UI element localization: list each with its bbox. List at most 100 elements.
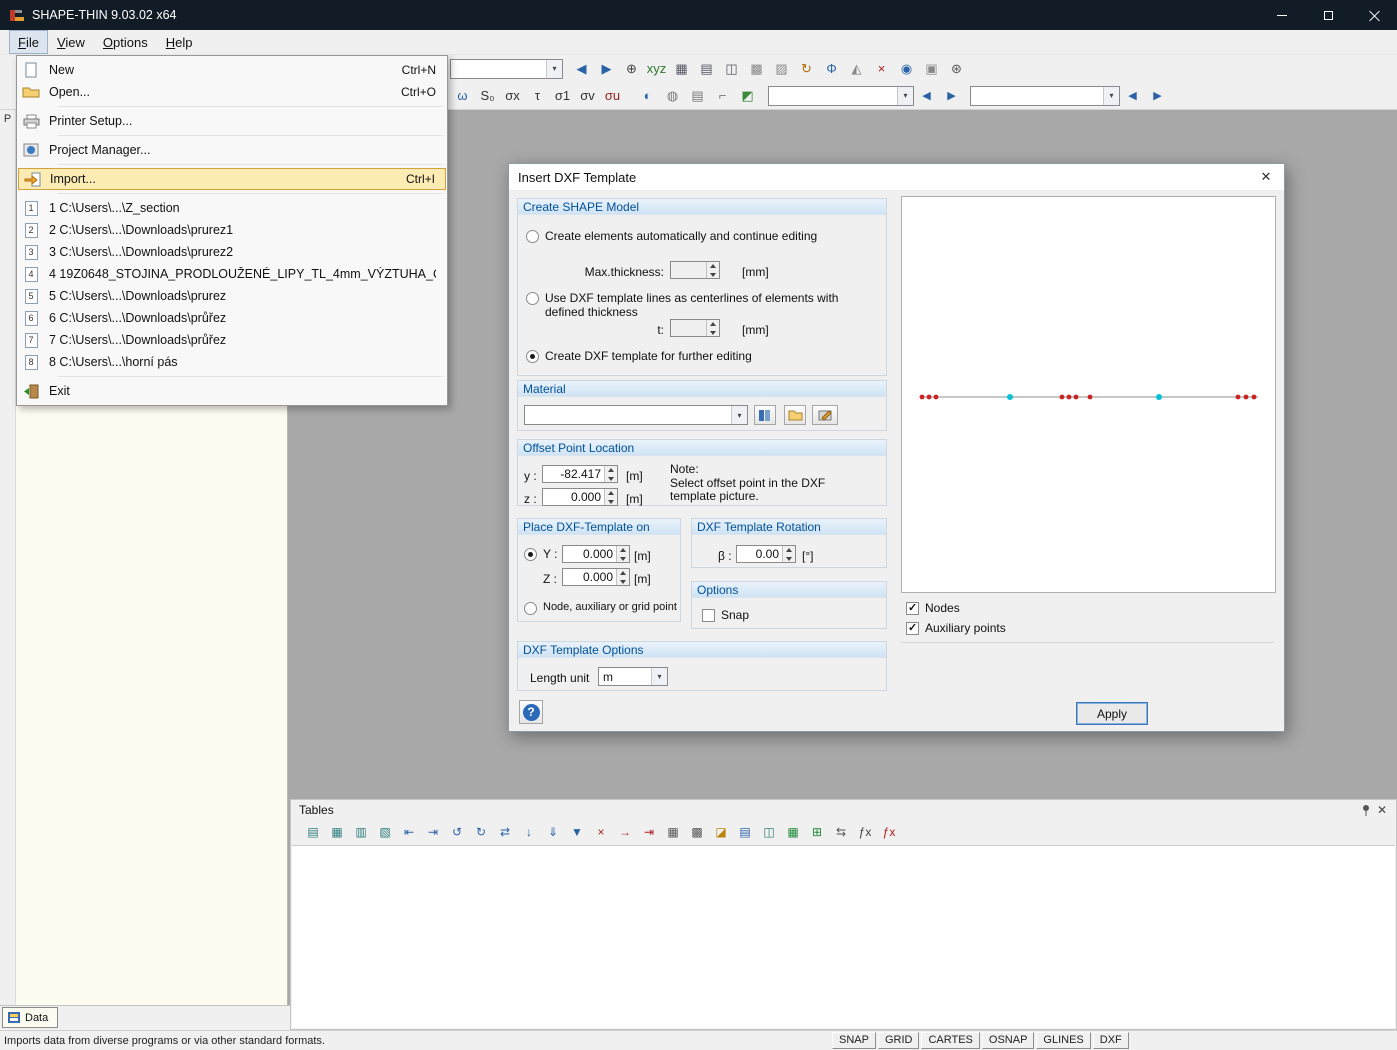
radio-use-centerlines[interactable]: Use DXF template lines as centerlines of… — [526, 291, 875, 319]
stress-toolbar-icon[interactable]: S₀ — [476, 84, 499, 107]
material-new-button[interactable] — [784, 405, 806, 425]
toolbar-icon[interactable]: ⊕ — [620, 57, 643, 80]
close-panel-icon[interactable]: ✕ — [1374, 802, 1390, 818]
tables-toolbar-icon[interactable]: ƒx — [854, 821, 876, 842]
prev-button[interactable]: ◀ — [915, 84, 938, 107]
tables-toolbar-icon[interactable]: ⊞ — [806, 821, 828, 842]
stress-toolbar-icon[interactable]: σu — [601, 84, 624, 107]
toolbar-icon[interactable]: ▨ — [770, 57, 793, 80]
spinner[interactable] — [604, 489, 617, 505]
toolbar-icon[interactable]: ⊛ — [945, 57, 968, 80]
menu-item-exit[interactable]: Exit — [18, 380, 446, 402]
length-unit-combobox[interactable]: m ▾ — [598, 667, 668, 686]
tables-toolbar-icon[interactable]: ↻ — [470, 821, 492, 842]
menu-item-recent-4[interactable]: 4 4 19Z0648_STOJINA_PRODLOUŽENÉ_LIPY_TL_… — [18, 263, 446, 285]
pin-icon[interactable] — [1358, 802, 1374, 818]
menu-item-recent-1[interactable]: 1 1 C:\Users\...\Z_section — [18, 197, 446, 219]
next-button[interactable]: ▶ — [940, 84, 963, 107]
menu-item-recent-8[interactable]: 8 8 C:\Users\...\horní pás — [18, 351, 446, 373]
menu-item-open[interactable]: Open... Ctrl+O — [18, 81, 446, 103]
tables-toolbar-icon[interactable]: ⇓ — [542, 821, 564, 842]
tables-toolbar-icon[interactable]: × — [590, 821, 612, 842]
result-combobox-2[interactable]: ▾ — [970, 86, 1120, 106]
tables-toolbar-icon[interactable]: ↺ — [446, 821, 468, 842]
tables-toolbar-icon[interactable]: ▩ — [686, 821, 708, 842]
spinner[interactable] — [782, 546, 795, 562]
spinner[interactable] — [616, 569, 629, 585]
prev-button[interactable]: ◀ — [1121, 84, 1144, 107]
chevron-down-icon[interactable]: ▾ — [651, 668, 667, 685]
tables-toolbar-icon[interactable]: ◪ — [710, 821, 732, 842]
chevron-down-icon[interactable]: ▾ — [731, 406, 747, 424]
tables-toolbar-icon[interactable]: ▦ — [782, 821, 804, 842]
tables-toolbar-icon[interactable]: ↓ — [518, 821, 540, 842]
tables-toolbar-icon[interactable]: ▤ — [734, 821, 756, 842]
menu-options[interactable]: Options — [94, 30, 157, 54]
radio-node-auxiliary-grid[interactable]: Node, auxiliary or grid point — [524, 601, 677, 615]
dxf-preview[interactable] — [901, 196, 1276, 593]
tables-toolbar-icon[interactable]: ▧ — [374, 821, 396, 842]
radio-create-dxf-template[interactable]: Create DXF template for further editing — [526, 349, 752, 363]
close-button[interactable] — [1351, 0, 1397, 30]
t-field[interactable] — [670, 319, 720, 337]
display-toolbar-icon[interactable]: ◐ — [636, 84, 659, 107]
menu-view[interactable]: View — [48, 30, 94, 54]
auxiliary-points-checkbox[interactable]: Auxiliary points — [906, 621, 1006, 635]
toolbar-icon[interactable]: ▶ — [595, 57, 618, 80]
nodes-checkbox[interactable]: Nodes — [906, 601, 960, 615]
minimize-button[interactable] — [1259, 0, 1305, 30]
offset-y-field[interactable]: -82.417 — [542, 465, 618, 483]
status-toggle[interactable]: CARTES — [921, 1032, 979, 1049]
place-y-field[interactable]: 0.000 — [562, 545, 630, 563]
spinner[interactable] — [616, 546, 629, 562]
toolbar-icon[interactable]: xyz — [645, 57, 668, 80]
toolbar-icon[interactable]: ◀ — [570, 57, 593, 80]
maximize-button[interactable] — [1305, 0, 1351, 30]
tables-toolbar-icon[interactable]: → — [614, 821, 636, 842]
tables-toolbar-icon[interactable]: ▦ — [326, 821, 348, 842]
display-toolbar-icon[interactable]: ⌐ — [711, 84, 734, 107]
menu-item-recent-7[interactable]: 7 7 C:\Users\...\Downloads\průřez — [18, 329, 446, 351]
display-toolbar-icon[interactable]: ▤ — [686, 84, 709, 107]
status-toggle[interactable]: GLINES — [1036, 1032, 1090, 1049]
place-z-field[interactable]: 0.000 — [562, 568, 630, 586]
stress-toolbar-icon[interactable]: ω — [451, 84, 474, 107]
toolbar-icon[interactable]: ▩ — [745, 57, 768, 80]
tables-toolbar-icon[interactable]: ⇥ — [638, 821, 660, 842]
status-toggle[interactable]: GRID — [878, 1032, 920, 1049]
menu-item-project-manager[interactable]: Project Manager... — [18, 139, 446, 161]
menu-item-recent-3[interactable]: 3 3 C:\Users\...\Downloads\prurez2 — [18, 241, 446, 263]
apply-button[interactable]: Apply — [1076, 702, 1148, 725]
toolbar-icon[interactable]: × — [870, 57, 893, 80]
tables-toolbar-icon[interactable]: ▦ — [662, 821, 684, 842]
stress-toolbar-icon[interactable]: τ — [526, 84, 549, 107]
radio-place-yz[interactable]: Y : — [524, 547, 557, 561]
toolbar-icon[interactable]: ▣ — [920, 57, 943, 80]
tables-toolbar-icon[interactable]: ⇄ — [494, 821, 516, 842]
radio-create-elements-automatically[interactable]: Create elements automatically and contin… — [526, 229, 875, 243]
toolbar-icon[interactable]: ▤ — [695, 57, 718, 80]
toolbar-icon[interactable]: ↻ — [795, 57, 818, 80]
menu-item-new[interactable]: New Ctrl+N — [18, 59, 446, 81]
spinner[interactable] — [604, 466, 617, 482]
chevron-down-icon[interactable]: ▾ — [546, 60, 562, 78]
display-toolbar-icon[interactable]: ◩ — [736, 84, 759, 107]
display-toolbar-icon[interactable]: ◍ — [661, 84, 684, 107]
toolbar-icon[interactable]: ◉ — [895, 57, 918, 80]
offset-z-field[interactable]: 0.000 — [542, 488, 618, 506]
material-library-button[interactable] — [754, 405, 776, 425]
beta-field[interactable]: 0.00 — [736, 545, 796, 563]
menu-help[interactable]: Help — [157, 30, 202, 54]
tab-data[interactable]: Data — [2, 1007, 58, 1028]
menu-item-import[interactable]: Import... Ctrl+I — [18, 168, 446, 190]
max-thickness-field[interactable] — [670, 261, 720, 279]
material-combobox[interactable]: ▾ — [524, 405, 748, 425]
menu-item-recent-6[interactable]: 6 6 C:\Users\...\Downloads\průřez — [18, 307, 446, 329]
help-button[interactable]: ? — [519, 700, 543, 724]
tables-toolbar-icon[interactable]: ⇤ — [398, 821, 420, 842]
material-edit-button[interactable] — [812, 405, 838, 425]
menu-item-recent-2[interactable]: 2 2 C:\Users\...\Downloads\prurez1 — [18, 219, 446, 241]
dialog-close-icon[interactable]: ✕ — [1257, 169, 1275, 185]
next-button[interactable]: ▶ — [1146, 84, 1169, 107]
tables-toolbar-icon[interactable]: ⇥ — [422, 821, 444, 842]
